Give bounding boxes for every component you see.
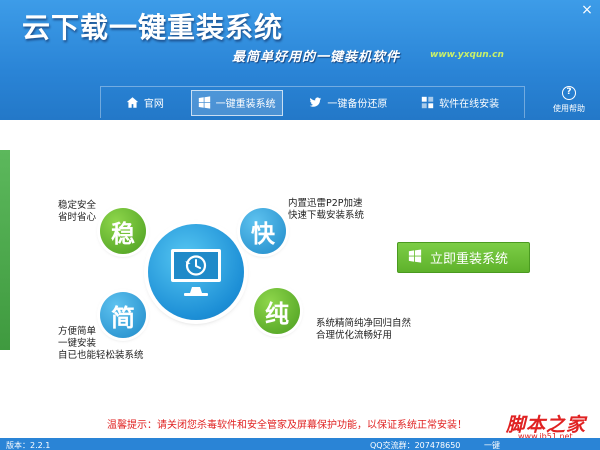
help-icon: ? xyxy=(562,86,576,100)
windows-icon xyxy=(408,248,422,267)
grid-icon xyxy=(421,96,434,109)
feature-line: 省时省心 xyxy=(58,212,97,223)
feature-stable-text: 稳定安全 省时省心 xyxy=(58,200,96,224)
nav-item-label: 一键备份还原 xyxy=(327,99,388,110)
feature-line: 一键安装 xyxy=(58,338,97,349)
app-title: 云下载一键重装系统 xyxy=(22,11,284,44)
badge-stable: 稳 xyxy=(100,208,146,254)
nav-item-reinstall[interactable]: 一键重装系统 xyxy=(190,89,283,116)
main-nav: 官网 一键重装系统 一键备份还原 软件在线安装 xyxy=(100,86,525,118)
windows-icon xyxy=(198,96,211,109)
website-label: www.yxqun.cn xyxy=(430,50,504,60)
nav-item-label: 官网 xyxy=(143,99,164,110)
reinstall-label: 立即重装系统 xyxy=(430,252,509,267)
feature-line: 自已也能轻松装系统 xyxy=(58,350,144,361)
slogan: 最简单好用的一键装机软件 xyxy=(232,50,401,65)
feature-line: 内置迅雷P2P加速 xyxy=(288,198,363,209)
nav-item-home[interactable]: 官网 xyxy=(119,90,171,116)
badge-pure: 纯 xyxy=(254,288,300,334)
home-icon xyxy=(126,96,139,109)
content-area xyxy=(0,120,600,438)
qq-group-label: QQ交流群：207478650 xyxy=(370,441,461,450)
app-window: 云下载一键重装系统 最简单好用的一键装机软件 www.yxqun.cn × 官网… xyxy=(0,0,600,450)
nav-item-label: 一键重装系统 xyxy=(215,99,276,110)
header: 云下载一键重装系统 最简单好用的一键装机软件 www.yxqun.cn × 官网… xyxy=(0,0,600,120)
close-button[interactable]: × xyxy=(578,2,596,18)
warning-text: 温馨提示：请关闭您杀毒软件和安全管家及屏幕保护功能，以保证系统正常安装！ xyxy=(107,420,467,431)
feature-fast-text: 内置迅雷P2P加速 快速下载安装系统 xyxy=(288,198,364,222)
feature-line: 系统精简纯净回归自然 xyxy=(316,318,412,329)
status-bar xyxy=(0,438,600,450)
bird-icon xyxy=(309,96,322,109)
status-link[interactable]: 一键 xyxy=(484,440,500,450)
nav-item-software[interactable]: 软件在线安装 xyxy=(414,90,506,116)
version-label: 版本：2.2.1 xyxy=(6,441,51,450)
feature-line: 稳定安全 xyxy=(58,200,97,211)
badge-easy: 简 xyxy=(100,292,146,338)
feature-line: 快速下载安装系统 xyxy=(288,210,365,221)
monitor-restore-icon xyxy=(168,246,224,298)
help-label: 使用帮助 xyxy=(553,104,585,113)
left-accent-strip xyxy=(0,150,10,350)
help-button[interactable]: ? 使用帮助 xyxy=(546,86,592,118)
feature-line: 合理优化流畅好用 xyxy=(316,330,393,341)
nav-item-backup[interactable]: 一键备份还原 xyxy=(302,90,394,116)
reinstall-button[interactable]: 立即重装系统 xyxy=(397,242,530,273)
badge-fast: 快 xyxy=(240,208,286,254)
nav-item-label: 软件在线安装 xyxy=(439,99,500,110)
feature-pure-text: 系统精简纯净回归自然 合理优化流畅好用 xyxy=(316,318,411,342)
